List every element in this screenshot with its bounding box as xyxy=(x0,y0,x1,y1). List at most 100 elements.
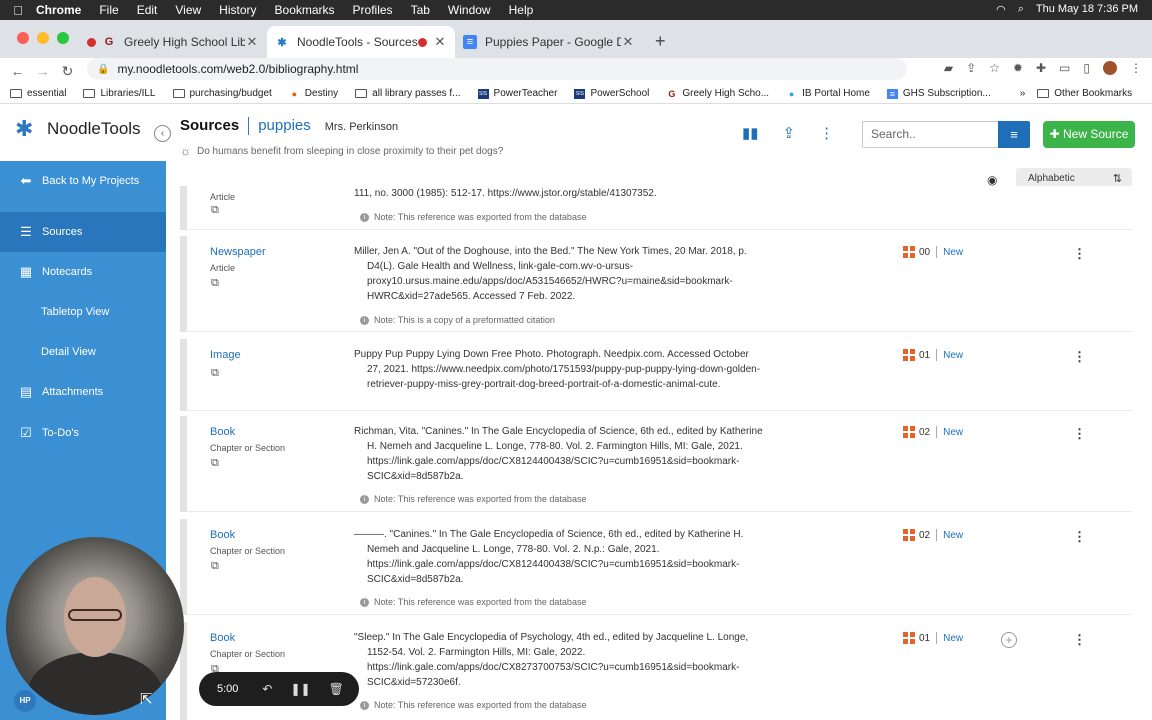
back-arrow-icon[interactable]: ← xyxy=(5,63,30,79)
collapse-sidebar-icon[interactable]: ‹ xyxy=(154,125,171,142)
tab-library[interactable]: G Greely High School Library ✕ xyxy=(79,26,267,58)
project-name[interactable]: puppies xyxy=(258,117,311,134)
more-vert-icon[interactable]: ⋮ xyxy=(1130,61,1142,75)
star-icon[interactable]: ☆ xyxy=(989,61,1000,75)
menu-history[interactable]: History xyxy=(219,3,256,17)
entry-type[interactable]: Book xyxy=(210,632,235,644)
list-item[interactable]: Book Chapter or Section ⧉ ———. "Canines.… xyxy=(180,519,1135,615)
bookmark-purchasing[interactable]: purchasing/budget xyxy=(172,88,272,99)
menu-tab[interactable]: Tab xyxy=(411,3,430,17)
tab-noodletools[interactable]: ✱ NoodleTools - Sources ✕ xyxy=(267,26,455,58)
menu-file[interactable]: File xyxy=(99,3,118,17)
more-vert-icon[interactable]: ⋮ xyxy=(1073,632,1086,648)
clock[interactable]: Thu May 18 7:36 PM xyxy=(1036,3,1138,16)
noodletools-logo[interactable]: ✱ NoodleTools xyxy=(15,116,141,142)
bookmark-ghs-subscription[interactable]: ≡ GHS Subscription... xyxy=(886,88,991,99)
bookmark-essential[interactable]: essential xyxy=(10,88,66,99)
bookmark-library-passes[interactable]: all library passes f... xyxy=(355,88,461,99)
notecard-status[interactable]: 02 New xyxy=(903,426,963,438)
list-item[interactable]: Newspaper Article ⧉ Miller, Jen A. "Out … xyxy=(180,236,1135,332)
sidebar-item-attachments[interactable]: ▤ Attachments xyxy=(0,372,166,412)
pause-icon[interactable]: ❚❚ xyxy=(290,682,310,696)
entry-type[interactable]: Book xyxy=(210,529,235,541)
undo-icon[interactable]: ↶ xyxy=(262,682,272,696)
share-out-icon[interactable]: ⇱ xyxy=(140,690,153,708)
open-external-icon[interactable]: ⧉ xyxy=(211,560,219,573)
menu-help[interactable]: Help xyxy=(509,3,534,17)
sidebar-item-notecards[interactable]: ▦ Notecards xyxy=(0,252,166,292)
menu-window[interactable]: Window xyxy=(448,3,491,17)
share-icon[interactable]: ⇪ xyxy=(966,61,976,75)
profile-avatar[interactable] xyxy=(1103,61,1117,75)
bookmark-libraries[interactable]: Libraries/ILL xyxy=(83,88,156,99)
sidebar-item-sources[interactable]: ☰ Sources xyxy=(0,212,166,252)
camera-icon[interactable]: ▰ xyxy=(944,61,953,75)
reload-icon[interactable]: ↻ xyxy=(55,63,80,80)
puzzle-icon[interactable]: ✚ xyxy=(1036,61,1046,75)
close-window-button[interactable] xyxy=(17,32,29,44)
status-badge[interactable]: New xyxy=(943,247,963,258)
bookmark-powerschool[interactable]: SIS PowerSchool xyxy=(574,88,649,99)
more-vert-icon[interactable]: ⋮ xyxy=(1073,349,1086,365)
close-tab-icon[interactable]: ✕ xyxy=(433,34,447,50)
menu-edit[interactable]: Edit xyxy=(137,3,158,17)
more-vert-icon[interactable]: ⋮ xyxy=(1073,426,1086,442)
more-vert-icon[interactable]: ⋮ xyxy=(819,124,834,142)
address-bar[interactable]: 🔒 my.noodletools.com/web2.0/bibliography… xyxy=(87,58,907,80)
add-notecard-icon[interactable]: + xyxy=(1001,632,1017,648)
wifi-icon[interactable]: ◠ xyxy=(996,3,1006,16)
bookmark-ib-portal[interactable]: ● IB Portal Home xyxy=(786,88,870,99)
apple-icon[interactable]:  xyxy=(0,3,36,18)
open-external-icon[interactable]: ⧉ xyxy=(211,457,219,470)
bookmark-other[interactable]: Other Bookmarks xyxy=(1037,88,1132,99)
more-vert-icon[interactable]: ⋮ xyxy=(1073,529,1086,545)
menu-bookmarks[interactable]: Bookmarks xyxy=(275,3,335,17)
sidebar-item-detail[interactable]: Detail View xyxy=(0,332,166,372)
eye-icon[interactable]: ◉ xyxy=(987,173,997,187)
menu-view[interactable]: View xyxy=(175,3,201,17)
zoom-window-button[interactable] xyxy=(57,32,69,44)
bookmark-destiny[interactable]: ● Destiny xyxy=(289,88,339,99)
status-badge[interactable]: New xyxy=(943,427,963,438)
webcam-bubble[interactable] xyxy=(6,537,184,715)
cast-icon[interactable]: ▭ xyxy=(1059,61,1070,75)
more-vert-icon[interactable]: ⋮ xyxy=(1073,246,1086,262)
status-badge[interactable]: New xyxy=(943,633,963,644)
notecard-status[interactable]: 01 New xyxy=(903,349,963,361)
menu-app[interactable]: Chrome xyxy=(36,3,81,17)
search-input[interactable]: Search.. xyxy=(862,121,999,148)
bar-chart-icon[interactable]: ▮▮ xyxy=(742,124,759,142)
filter-button[interactable]: ≡ xyxy=(998,121,1030,148)
bookmarks-overflow-icon[interactable]: » xyxy=(1020,88,1026,99)
close-tab-icon[interactable]: ✕ xyxy=(245,34,259,50)
trash-icon[interactable]: 🗑 xyxy=(329,682,344,696)
entry-type[interactable]: Newspaper xyxy=(210,246,266,258)
notecard-status[interactable]: 00 New xyxy=(903,246,963,258)
open-external-icon[interactable]: ⧉ xyxy=(211,277,219,290)
entry-type[interactable]: Book xyxy=(210,426,235,438)
open-external-icon[interactable]: ⧉ xyxy=(211,204,219,217)
status-badge[interactable]: New xyxy=(943,530,963,541)
new-tab-icon[interactable]: + xyxy=(643,31,678,58)
forward-arrow-icon[interactable]: → xyxy=(30,63,55,79)
notecard-status[interactable]: 02 New xyxy=(903,529,963,541)
sidebar-item-tabletop[interactable]: Tabletop View xyxy=(0,292,166,332)
list-item[interactable]: Book Chapter or Section ⧉ Richman, Vita.… xyxy=(180,416,1135,512)
sidebar-item-todos[interactable]: ☑ To-Do's xyxy=(0,413,166,453)
status-badge[interactable]: New xyxy=(943,350,963,361)
list-item[interactable]: Article ⧉ 111, no. 3000 (1985): 512-17. … xyxy=(180,186,1135,230)
minimize-window-button[interactable] xyxy=(37,32,49,44)
bookmark-greely[interactable]: G Greely High Scho... xyxy=(666,88,769,99)
tab-google-docs[interactable]: ≡ Puppies Paper - Google Docs ✕ xyxy=(455,26,643,58)
export-icon[interactable]: ⇪ xyxy=(783,124,796,142)
notecard-status[interactable]: 01 New xyxy=(903,632,963,644)
research-question[interactable]: ☼ Do humans benefit from sleeping in clo… xyxy=(180,144,503,158)
sidebar-item-back[interactable]: ⬅ Back to My Projects xyxy=(0,161,166,201)
list-item[interactable]: Image ⧉ Puppy Pup Puppy Lying Down Free … xyxy=(180,339,1135,411)
extension-icon[interactable]: ✹ xyxy=(1013,61,1023,75)
close-tab-icon[interactable]: ✕ xyxy=(621,34,635,50)
bookmark-powerteacher[interactable]: SIS PowerTeacher xyxy=(477,88,557,99)
open-external-icon[interactable]: ⧉ xyxy=(211,367,219,380)
menu-profiles[interactable]: Profiles xyxy=(353,3,393,17)
sidepanel-icon[interactable]: ▯ xyxy=(1083,61,1090,75)
